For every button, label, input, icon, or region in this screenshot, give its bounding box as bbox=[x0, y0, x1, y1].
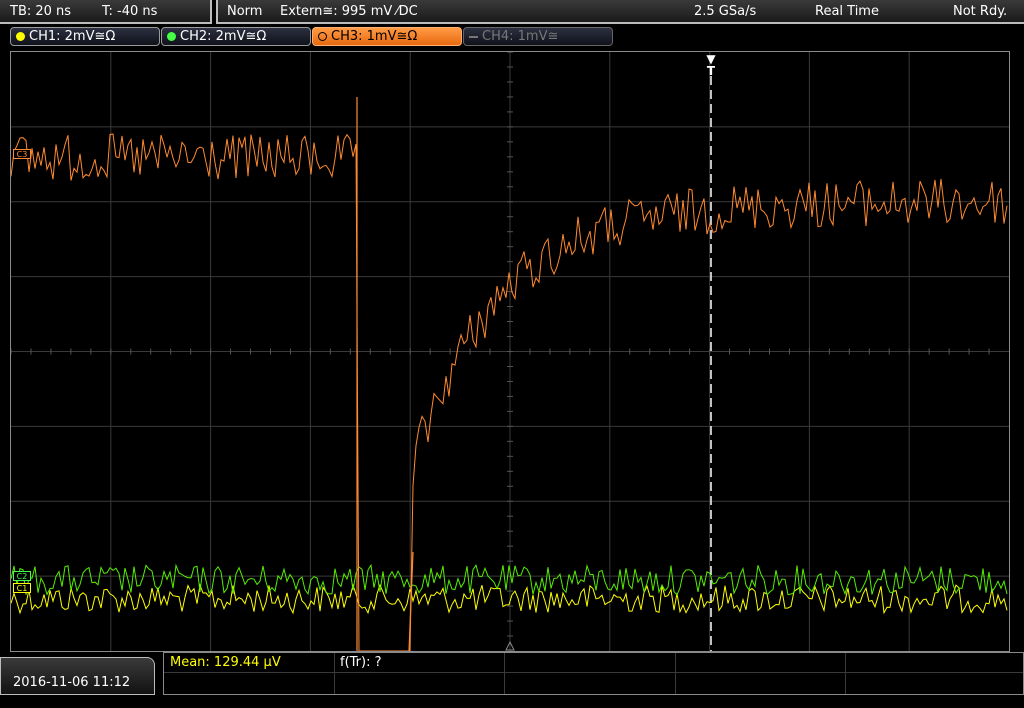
ch2-level-marker[interactable]: C2 bbox=[13, 571, 31, 581]
ch2-label: CH2: 2mV≅Ω bbox=[180, 29, 267, 44]
datetime: 2016-11-06 11:12 bbox=[13, 675, 131, 690]
trigger-source[interactable]: Extern≅: 995 mV ⁄DC bbox=[280, 0, 418, 24]
ch2-waveform bbox=[11, 563, 1008, 596]
sample-rate[interactable]: 2.5 GSa/s bbox=[694, 0, 756, 24]
ch3-level-marker[interactable]: C3 bbox=[13, 149, 31, 159]
timebase-panel[interactable]: TB: 20 ns T: -40 ns bbox=[0, 0, 212, 24]
ch2-indicator-icon bbox=[167, 32, 176, 41]
function-measurement[interactable]: f(Tr): ? bbox=[340, 654, 382, 672]
mean-measurement[interactable]: Mean: 129.44 µV bbox=[170, 654, 281, 672]
trigger-marker-label: T bbox=[706, 64, 716, 78]
trigger-mode[interactable]: Norm bbox=[227, 0, 262, 24]
ch4-indicator-icon bbox=[469, 36, 478, 38]
tab-ch1[interactable]: CH1: 2mV≅Ω bbox=[10, 27, 160, 46]
acquisition-mode[interactable]: Real Time bbox=[815, 0, 879, 24]
datetime-panel: 2016-11-06 11:12 bbox=[0, 657, 155, 695]
measurement-grid bbox=[164, 653, 1023, 694]
tab-ch2[interactable]: CH2: 2mV≅Ω bbox=[161, 27, 311, 46]
ch1-indicator-icon bbox=[16, 32, 25, 41]
trigger-position-marker[interactable]: ▼ T bbox=[702, 53, 720, 77]
ch4-label: CH4: 1mV≅ bbox=[482, 29, 559, 44]
measurement-bar[interactable]: Mean: 129.44 µV f(Tr): ? bbox=[163, 652, 1024, 695]
trigger-time-label[interactable]: T: -40 ns bbox=[102, 0, 157, 24]
ch1-waveform bbox=[11, 583, 1008, 615]
ch3-waveform bbox=[11, 133, 1008, 651]
scope-graticule bbox=[11, 52, 1009, 651]
ch3-edge bbox=[408, 551, 414, 651]
ch1-label: CH1: 2mV≅Ω bbox=[29, 29, 116, 44]
ch3-indicator-icon bbox=[318, 32, 327, 41]
acquisition-state: Not Rdy. bbox=[953, 4, 1008, 19]
trigger-panel[interactable]: Norm Extern≅: 995 mV ⁄DC 2.5 GSa/s Real … bbox=[216, 0, 1024, 24]
tab-ch3[interactable]: CH3: 1mV≅Ω bbox=[312, 27, 462, 46]
timebase-label[interactable]: TB: 20 ns bbox=[10, 0, 71, 24]
ch1-level-marker[interactable]: C1 bbox=[13, 583, 31, 593]
status-bar: TB: 20 ns T: -40 ns Norm Extern≅: 995 mV… bbox=[0, 0, 1024, 25]
ch3-label: CH3: 1mV≅Ω bbox=[331, 29, 418, 44]
tab-ch4[interactable]: CH4: 1mV≅ bbox=[463, 27, 613, 46]
waveform-display[interactable]: C3 C2 C1 ▼ T bbox=[10, 51, 1010, 652]
